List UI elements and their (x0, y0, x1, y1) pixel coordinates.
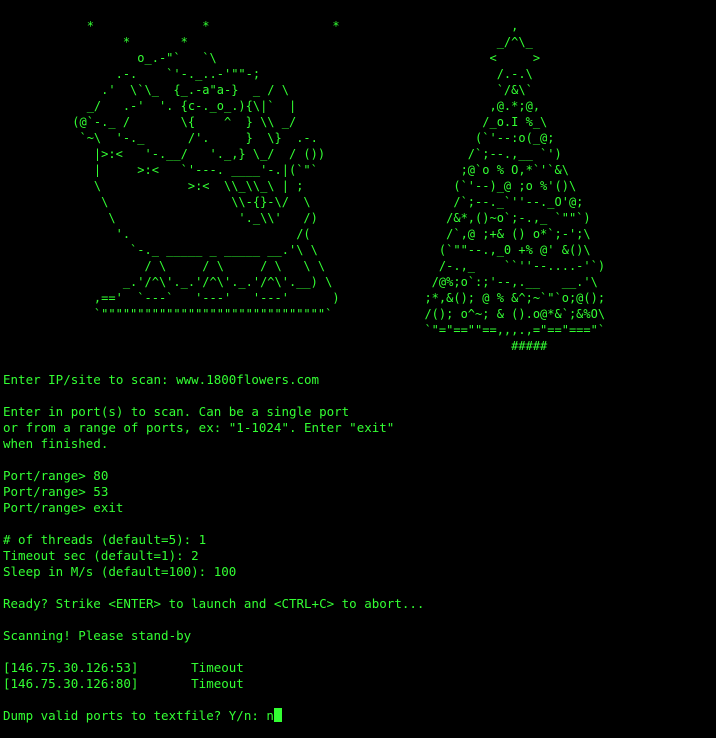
port-help-line: Enter in port(s) to scan. Can be a singl… (3, 404, 350, 419)
ascii-art-christmas-tree: , _/^\_ < > /.-.\ `/&\` ,@.*;@, /_o.I %_… (424, 19, 606, 353)
ascii-art-wreath: * * * * * o_.-"` `\ .-. `'-._..-'""-; .'… (72, 19, 340, 321)
dump-input-value[interactable]: n (266, 708, 274, 723)
scanning-line: Scanning! Please stand-by (3, 628, 192, 643)
port-range-line: Port/range> 53 (3, 484, 109, 499)
dump-prompt-line[interactable]: Dump valid ports to textfile? Y/n: n (3, 708, 713, 724)
threads-line: # of threads (default=5): 1 (3, 532, 207, 547)
port-range-line: Port/range> 80 (3, 468, 109, 483)
timeout-line: Timeout sec (default=1): 2 (3, 548, 199, 563)
terminal-output: Enter IP/site to scan: www.1800flowers.c… (3, 372, 713, 724)
terminal-window[interactable]: * * * * * o_.-"` `\ .-. `'-._..-'""-; .'… (0, 0, 716, 738)
port-help-line: or from a range of ports, ex: "1-1024". … (3, 420, 395, 435)
port-range-line: Port/range> exit (3, 500, 124, 515)
scan-result-line: [146.75.30.126:80] Timeout (3, 676, 244, 691)
scan-result-line: [146.75.30.126:53] Timeout (3, 660, 244, 675)
sleep-line: Sleep in M/s (default=100): 100 (3, 564, 237, 579)
ready-line: Ready? Strike <ENTER> to launch and <CTR… (3, 596, 425, 611)
dump-prompt-text: Dump valid ports to textfile? Y/n: (3, 708, 267, 723)
site-prompt-line: Enter IP/site to scan: www.1800flowers.c… (3, 372, 320, 387)
port-help-line: when finished. (3, 436, 109, 451)
text-cursor (273, 708, 282, 722)
